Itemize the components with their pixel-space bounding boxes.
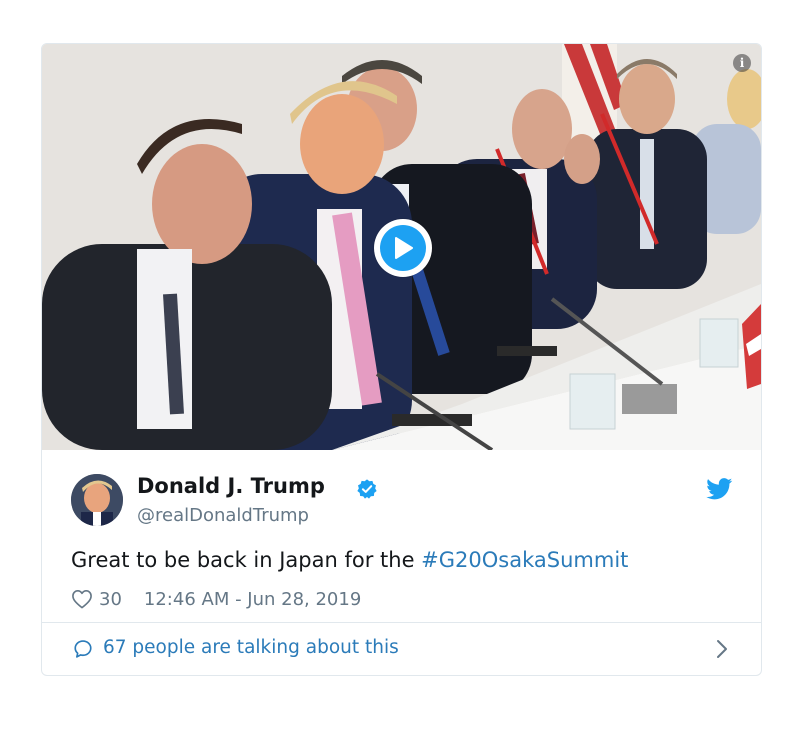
avatar-portrait	[71, 474, 123, 526]
hashtag-link[interactable]: #G20OsakaSummit	[421, 548, 628, 572]
tweet-video-media[interactable]: i	[42, 44, 761, 450]
comment-bubble-icon	[74, 640, 92, 658]
twitter-bird-icon[interactable]	[706, 478, 733, 500]
play-icon	[395, 237, 413, 259]
verified-badge-icon	[357, 479, 377, 499]
tweet-body: Donald J. Trump @realDonaldTrump Great t…	[42, 450, 761, 622]
like-count[interactable]: 30	[99, 589, 122, 610]
tweet-text-body: Great to be back in Japan for the	[71, 548, 422, 572]
talking-about-label[interactable]: 67 people are talking about this	[103, 637, 399, 658]
tweet-text: Great to be back in Japan for the #G20Os…	[71, 548, 628, 572]
author-handle[interactable]: @realDonaldTrump	[137, 505, 309, 526]
author-avatar[interactable]	[71, 474, 123, 526]
author-display-name[interactable]: Donald J. Trump	[137, 474, 325, 498]
heart-icon[interactable]	[71, 589, 93, 609]
embedded-tweet-card[interactable]: i Donald J. Trump @realDonaldTrump Great…	[41, 43, 762, 676]
chevron-right-icon	[717, 640, 727, 658]
tweet-timestamp[interactable]: 12:46 AM - Jun 28, 2019	[144, 589, 361, 610]
conversation-link-row[interactable]: 67 people are talking about this	[42, 623, 761, 675]
play-video-button[interactable]	[374, 219, 432, 277]
tweet-meta-row: 30 12:46 AM - Jun 28, 2019	[71, 587, 361, 611]
info-icon[interactable]: i	[733, 54, 751, 72]
